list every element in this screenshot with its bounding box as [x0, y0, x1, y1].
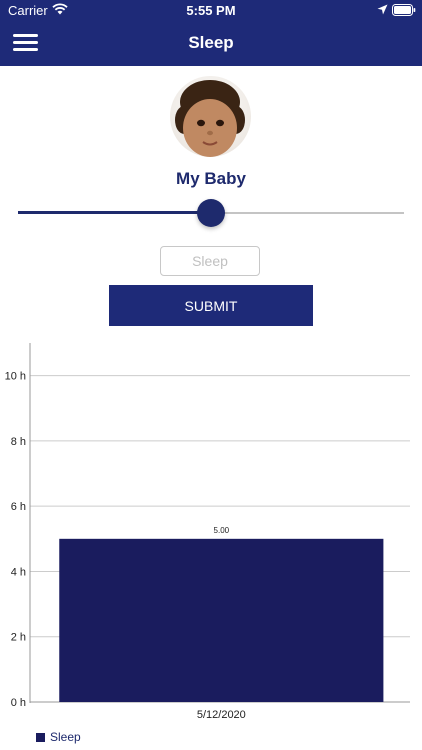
- status-bar: Carrier 5:55 PM: [0, 0, 422, 22]
- x-tick-label: 5/12/2020: [197, 709, 246, 721]
- bar: [59, 538, 384, 702]
- sleep-chart: 0 h 2 h 4 h 6 h 8 h 10 h 5.00 5/12/2020: [5, 343, 410, 721]
- sleep-input[interactable]: [160, 246, 260, 276]
- slider-track[interactable]: [211, 212, 404, 214]
- submit-button[interactable]: SUBMIT: [109, 285, 313, 326]
- location-arrow-icon: [377, 4, 388, 15]
- legend-swatch: [36, 733, 45, 742]
- battery-icon: [392, 4, 416, 16]
- app-header: Carrier 5:55 PM Sleep: [0, 0, 422, 66]
- y-tick-label: 10 h: [5, 371, 26, 383]
- bar-data-label: 5.00: [214, 526, 230, 535]
- baby-photo-icon: [170, 76, 251, 157]
- chart-legend: Sleep: [36, 730, 81, 744]
- baby-name: My Baby: [176, 169, 246, 188]
- y-tick-label: 4 h: [11, 566, 26, 578]
- y-tick-label: 8 h: [11, 436, 26, 448]
- x-axis-ticks: 5/12/2020: [197, 709, 246, 721]
- y-axis-ticks: 0 h 2 h 4 h 6 h 8 h 10 h: [5, 371, 26, 709]
- slider-thumb[interactable]: [197, 199, 225, 227]
- chart-bars: 5.00: [59, 526, 384, 702]
- legend-label: Sleep: [50, 730, 81, 744]
- avatar: [170, 76, 251, 157]
- y-tick-label: 6 h: [11, 501, 26, 513]
- page-title: Sleep: [188, 33, 234, 52]
- slider-track-filled[interactable]: [18, 211, 211, 214]
- y-tick-label: 0 h: [11, 697, 26, 709]
- y-tick-label: 2 h: [11, 632, 26, 644]
- status-time: 5:55 PM: [186, 3, 236, 18]
